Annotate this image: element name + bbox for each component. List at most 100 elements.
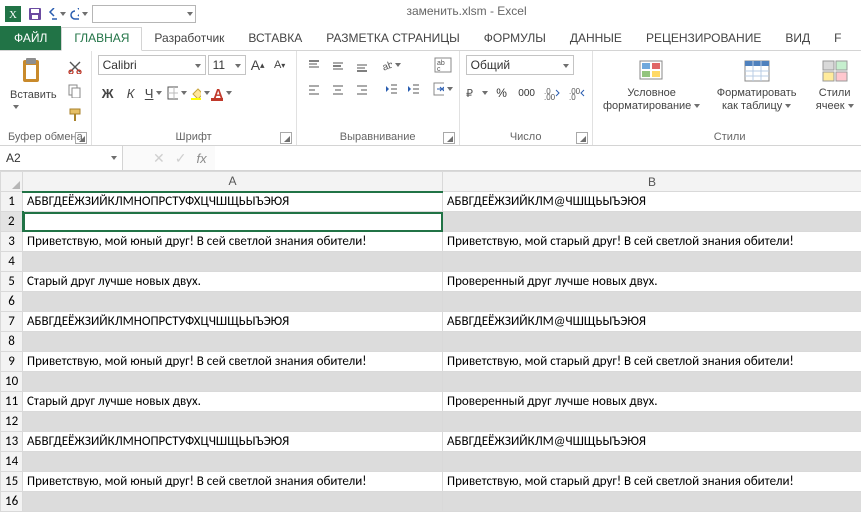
cell[interactable] (23, 332, 443, 352)
cell[interactable] (23, 412, 443, 432)
row-header[interactable]: 15 (1, 472, 23, 492)
row-header[interactable]: 3 (1, 232, 23, 252)
align-middle-button[interactable] (327, 55, 349, 77)
cell[interactable]: Приветствую, мой юный друг! В сей светло… (23, 232, 443, 252)
conditional-formatting-button[interactable]: Условноеформатирование (599, 55, 705, 115)
cell[interactable]: Проверенный друг лучше новых двух. (443, 392, 861, 412)
cell[interactable] (23, 452, 443, 472)
number-format-combo[interactable]: Общий (466, 55, 574, 75)
cell[interactable]: Приветствую, мой старый друг! В сей свет… (443, 472, 861, 492)
tab-developer[interactable]: Разработчик (142, 27, 236, 50)
cell[interactable]: АБВГДЕЁЖЗИЙКЛМНОПРСТУФХЦЧШЩЬЫЪЭЮЯ (23, 312, 443, 332)
row-header[interactable]: 1 (1, 192, 23, 212)
cell[interactable]: Приветствую, мой старый друг! В сей свет… (443, 232, 861, 252)
cell[interactable] (443, 332, 861, 352)
italic-button[interactable]: К (121, 83, 141, 103)
decrease-decimal-button[interactable]: .00.0 (566, 83, 588, 103)
cell[interactable]: АБВГДЕЁЖЗИЙКЛМНОПРСТУФХЦЧШЩЬЫЪЭЮЯ (23, 192, 443, 212)
tab-home[interactable]: ГЛАВНАЯ (61, 27, 142, 51)
wrap-text-button[interactable]: abc (433, 55, 453, 75)
cell[interactable]: Проверенный друг лучше новых двух. (443, 272, 861, 292)
cell[interactable] (23, 292, 443, 312)
font-name-combo[interactable]: Calibri (98, 55, 206, 75)
tab-extra[interactable]: F (822, 27, 853, 50)
cell[interactable] (443, 252, 861, 272)
worksheet-grid[interactable]: A B 1АБВГДЕЁЖЗИЙКЛМНОПРСТУФХЦЧШЩЬЫЪЭЮЯАБ… (0, 171, 861, 528)
qat-name-input[interactable] (92, 5, 196, 23)
align-top-button[interactable] (303, 55, 325, 77)
cell[interactable]: Старый друг лучше новых двух. (23, 272, 443, 292)
qat-name-combo[interactable] (92, 5, 196, 23)
cell[interactable] (443, 412, 861, 432)
align-left-button[interactable] (303, 79, 325, 101)
name-box[interactable]: A2 (0, 146, 123, 170)
decrease-font-button[interactable]: A▾ (270, 55, 290, 75)
decrease-indent-button[interactable] (381, 79, 401, 99)
underline-button[interactable]: Ч (144, 83, 164, 103)
increase-decimal-button[interactable]: .0.00 (541, 83, 563, 103)
format-as-table-button[interactable]: Форматироватькак таблицу (709, 55, 805, 115)
row-header[interactable]: 16 (1, 492, 23, 512)
paste-button[interactable]: Вставить (6, 55, 61, 115)
tab-data[interactable]: ДАННЫЕ (558, 27, 634, 50)
row-header[interactable]: 6 (1, 292, 23, 312)
cell[interactable] (443, 452, 861, 472)
cell[interactable] (23, 252, 443, 272)
cell[interactable]: АБВГДЕЁЖЗИЙКЛМ@ЧШЩЬЫЪЭЮЯ (443, 432, 861, 452)
tab-view[interactable]: ВИД (773, 27, 822, 50)
percent-button[interactable]: % (491, 83, 513, 103)
row-header[interactable]: 8 (1, 332, 23, 352)
row-header[interactable]: 9 (1, 352, 23, 372)
clipboard-launcher-icon[interactable] (75, 132, 87, 144)
row-header[interactable]: 10 (1, 372, 23, 392)
cell[interactable]: АБВГДЕЁЖЗИЙКЛМ@ЧШЩЬЫЪЭЮЯ (443, 192, 861, 212)
cell[interactable] (443, 372, 861, 392)
comma-style-button[interactable]: 000 (516, 83, 538, 103)
fill-color-button[interactable] (190, 83, 210, 103)
redo-button[interactable] (70, 5, 88, 23)
font-size-combo[interactable]: 11 (208, 55, 246, 75)
alignment-launcher-icon[interactable] (443, 132, 455, 144)
select-all-corner[interactable] (1, 172, 23, 192)
font-launcher-icon[interactable] (280, 132, 292, 144)
tab-formulas[interactable]: ФОРМУЛЫ (472, 27, 558, 50)
cell[interactable] (443, 492, 861, 512)
cut-button[interactable] (65, 57, 85, 77)
orientation-button[interactable]: ab (381, 55, 401, 75)
row-header[interactable]: 2 (1, 212, 23, 232)
borders-button[interactable] (167, 83, 187, 103)
tab-insert[interactable]: ВСТАВКА (236, 27, 314, 50)
column-header-a[interactable]: A (23, 172, 443, 192)
increase-font-button[interactable]: A▴ (248, 55, 268, 75)
cell[interactable]: АБВГДЕЁЖЗИЙКЛМ@ЧШЩЬЫЪЭЮЯ (443, 312, 861, 332)
row-header[interactable]: 12 (1, 412, 23, 432)
cell[interactable] (443, 292, 861, 312)
formula-input[interactable] (215, 146, 861, 170)
align-right-button[interactable] (351, 79, 373, 101)
bold-button[interactable]: Ж (98, 83, 118, 103)
cell[interactable]: Старый друг лучше новых двух. (23, 392, 443, 412)
cell[interactable]: Приветствую, мой старый друг! В сей свет… (443, 352, 861, 372)
cell[interactable]: АБВГДЕЁЖЗИЙКЛМНОПРСТУФХЦЧШЩЬЫЪЭЮЯ (23, 432, 443, 452)
formula-accept-button[interactable]: ✓ (175, 150, 187, 167)
number-launcher-icon[interactable] (576, 132, 588, 144)
save-icon[interactable] (26, 5, 44, 23)
merge-cells-button[interactable] (433, 79, 453, 99)
row-header[interactable]: 14 (1, 452, 23, 472)
copy-button[interactable] (65, 81, 85, 101)
row-header[interactable]: 11 (1, 392, 23, 412)
format-painter-button[interactable] (65, 105, 85, 125)
formula-cancel-button[interactable]: ✕ (153, 150, 165, 167)
font-color-button[interactable]: A (213, 83, 233, 103)
row-header[interactable]: 5 (1, 272, 23, 292)
row-header[interactable]: 7 (1, 312, 23, 332)
tab-review[interactable]: РЕЦЕНЗИРОВАНИЕ (634, 27, 773, 50)
undo-button[interactable] (48, 5, 66, 23)
fx-icon[interactable]: fx (196, 151, 206, 166)
currency-button[interactable]: ₽ (466, 83, 488, 103)
cell[interactable]: Приветствую, мой юный друг! В сей светло… (23, 472, 443, 492)
cell[interactable] (443, 212, 861, 232)
cell[interactable]: Приветствую, мой юный друг! В сей светло… (23, 352, 443, 372)
excel-app-icon[interactable]: X (4, 5, 22, 23)
column-header-b[interactable]: B (443, 172, 861, 192)
